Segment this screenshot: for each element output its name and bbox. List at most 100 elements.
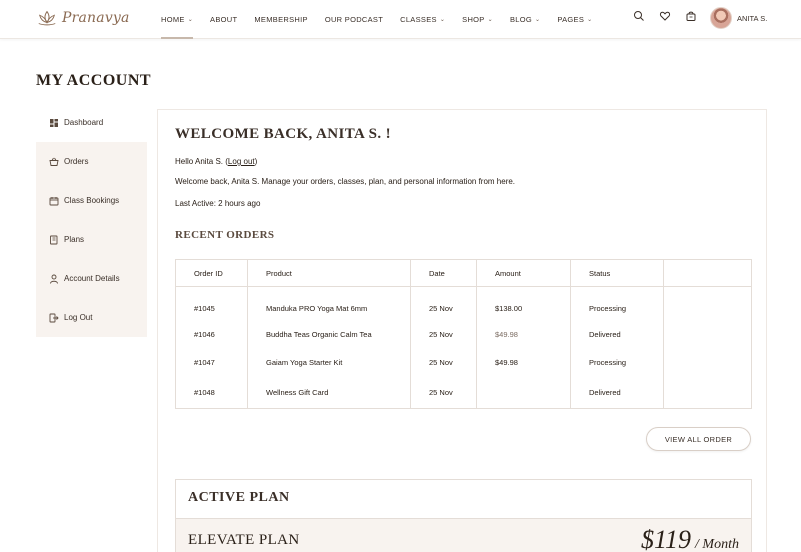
order-date: 25 Nov (410, 348, 477, 377)
plan-price-amount: $119 (640, 525, 692, 552)
calendar-icon (49, 196, 59, 205)
active-plan-card: ACTIVE PLAN ELEVATE PLAN $119 / Month (175, 479, 752, 552)
hello-text: Hello Anita S. ( (175, 157, 228, 166)
order-date: 25 Nov (410, 320, 477, 349)
nav-label: HOME (161, 15, 185, 24)
order-amount (476, 376, 571, 409)
order-status: Delivered (570, 376, 664, 409)
order-status: Delivered (570, 320, 664, 349)
nav-label: BLOG (509, 15, 532, 24)
view-all-orders-button[interactable]: VIEW ALL ORDER (646, 427, 751, 451)
header-actions (633, 10, 697, 22)
order-actions (663, 376, 752, 409)
column-header (663, 259, 752, 287)
welcome-heading: WELCOME BACK, ANITA S. ! (175, 126, 392, 142)
sidebar-item-label: Plans (64, 235, 85, 244)
chevron-down-icon: ⌄ (439, 17, 446, 23)
brand-name: Pranavya (62, 10, 130, 26)
table-header-row: Order ID Product Date Amount Status (175, 259, 752, 287)
nav-label: MEMBERSHIP (254, 15, 308, 24)
order-id: #1048 (175, 376, 248, 409)
last-active-value: 2 hours ago (218, 199, 261, 208)
hello-line: Hello Anita S. (Log out) (175, 157, 257, 166)
main-nav: HOME ⌄ ABOUT MEMBERSHIP OUR PODCAST CLAS… (161, 0, 609, 39)
sidebar-item-label: Class Bookings (64, 196, 120, 205)
order-product: Wellness Gift Card (247, 376, 411, 409)
user-menu[interactable]: ANITA S. (710, 7, 767, 29)
order-status: Processing (570, 348, 664, 377)
nav-shop[interactable]: SHOP ⌄ (462, 0, 493, 39)
last-active: Last Active: 2 hours ago (175, 199, 260, 208)
nav-label: PAGES (557, 15, 585, 24)
user-icon (50, 274, 58, 284)
sidebar-item-label: Account Details (64, 274, 120, 283)
search-icon[interactable] (633, 10, 645, 22)
chevron-down-icon: ⌄ (535, 17, 541, 23)
brand-logo[interactable]: Pranavya (36, 9, 130, 27)
hello-suffix: ) (254, 157, 258, 166)
table-row[interactable]: #1048 Wellness Gift Card 25 Nov Delivere… (175, 376, 752, 409)
order-amount: $49.98 (476, 348, 571, 377)
nav-pages[interactable]: PAGES ⌄ (557, 0, 592, 39)
cart-icon[interactable] (685, 10, 697, 22)
column-header: Order ID (175, 259, 248, 287)
nav-label: ABOUT (210, 15, 238, 24)
order-date: 25 Nov (410, 376, 477, 409)
order-amount: $138.00 (476, 286, 571, 321)
account-sidebar: Dashboard Orders Class Bookings Plans Ac… (36, 103, 147, 337)
chevron-down-icon: ⌄ (187, 17, 194, 23)
recent-orders-title: RECENT ORDERS (175, 229, 275, 241)
basket-icon (49, 157, 59, 166)
order-status: Processing (570, 286, 664, 321)
nav-blog[interactable]: BLOG ⌄ (510, 0, 540, 39)
heart-icon[interactable] (659, 10, 671, 22)
table-row[interactable]: #1046 Buddha Teas Organic Calm Tea 25 No… (175, 320, 752, 349)
site-header: Pranavya HOME ⌄ ABOUT MEMBERSHIP OUR POD… (0, 0, 801, 39)
logout-icon (49, 313, 59, 322)
plan-price-period: / Month (695, 537, 739, 552)
orders-table: Order ID Product Date Amount Status #104… (175, 259, 752, 409)
user-name: ANITA S. (737, 13, 768, 23)
nav-our-podcast[interactable]: OUR PODCAST (325, 0, 383, 39)
column-header: Date (410, 259, 477, 287)
sidebar-item-dashboard[interactable]: Dashboard (36, 103, 147, 142)
nav-label: OUR PODCAST (324, 15, 384, 24)
order-date: 25 Nov (410, 286, 477, 321)
sidebar-item-class-bookings[interactable]: Class Bookings (36, 181, 147, 220)
column-header: Amount (476, 259, 571, 287)
order-product: Manduka PRO Yoga Mat 6mm (247, 286, 411, 321)
sidebar-item-label: Log Out (64, 313, 93, 322)
order-product: Gaiam Yoga Starter Kit (247, 348, 411, 377)
sidebar-item-plans[interactable]: Plans (36, 220, 147, 259)
order-id: #1046 (175, 320, 248, 349)
book-icon (50, 235, 58, 244)
table-row[interactable]: #1047 Gaiam Yoga Starter Kit 25 Nov $49.… (175, 348, 752, 377)
chevron-down-icon: ⌄ (587, 17, 593, 23)
plan-price: $119 / Month (641, 525, 739, 552)
order-actions (663, 348, 752, 377)
column-header: Product (247, 259, 411, 287)
nav-membership[interactable]: MEMBERSHIP (254, 0, 307, 39)
order-id: #1045 (175, 286, 248, 321)
sidebar-item-account-details[interactable]: Account Details (36, 259, 147, 298)
table-row[interactable]: #1045 Manduka PRO Yoga Mat 6mm 25 Nov $1… (175, 286, 752, 321)
column-header: Status (570, 259, 664, 287)
order-amount: $49.98 (476, 320, 571, 349)
sidebar-item-log-out[interactable]: Log Out (36, 298, 147, 337)
plan-row[interactable]: ELEVATE PLAN $119 / Month (176, 518, 751, 552)
order-id: #1047 (175, 348, 248, 377)
logout-link[interactable]: Log out (228, 157, 255, 166)
dashboard-icon (50, 118, 58, 127)
sidebar-item-label: Dashboard (64, 118, 104, 127)
active-plan-title: ACTIVE PLAN (188, 490, 290, 505)
nav-classes[interactable]: CLASSES ⌄ (400, 0, 445, 39)
order-product: Buddha Teas Organic Calm Tea (247, 320, 411, 349)
sidebar-item-orders[interactable]: Orders (36, 142, 147, 181)
nav-home[interactable]: HOME ⌄ (161, 0, 194, 39)
chevron-down-icon: ⌄ (487, 17, 493, 23)
sidebar-item-label: Orders (64, 157, 89, 166)
nav-about[interactable]: ABOUT (210, 0, 237, 39)
intro-text: Welcome back, Anita S. Manage your order… (175, 177, 516, 186)
dashboard-panel: WELCOME BACK, ANITA S. ! Hello Anita S. … (157, 109, 767, 552)
last-active-label: Last Active: (175, 199, 216, 208)
